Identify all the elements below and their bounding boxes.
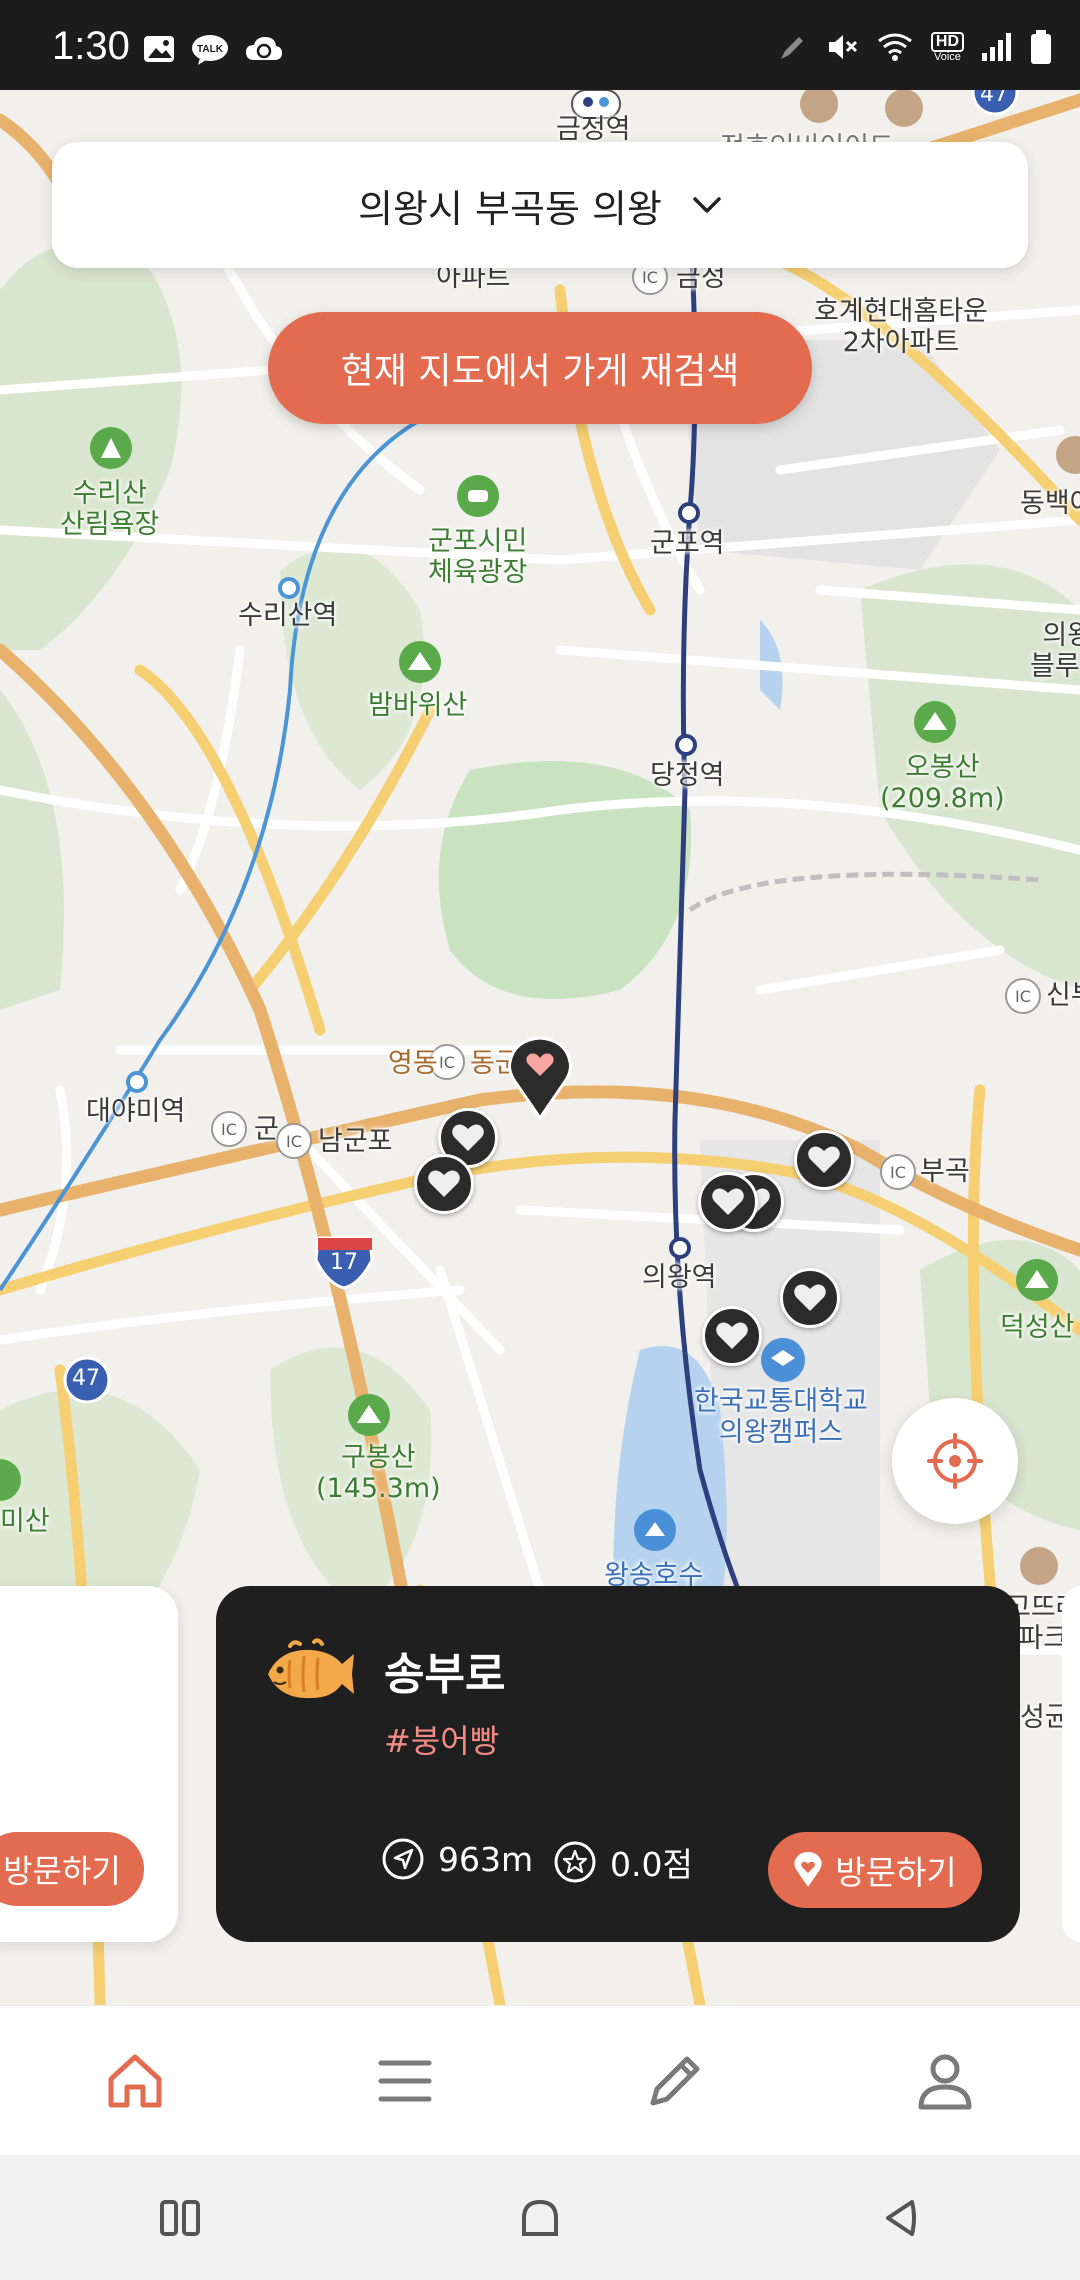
store-marker[interactable]: [702, 1306, 762, 1366]
store-marker[interactable]: [794, 1130, 854, 1190]
heart-icon: [428, 1170, 460, 1197]
gallery-icon: [144, 36, 174, 62]
system-home-button[interactable]: [360, 2155, 720, 2280]
back-button[interactable]: [720, 2155, 1080, 2280]
star-icon: [554, 1841, 596, 1883]
selected-store-marker[interactable]: [508, 1036, 572, 1121]
store-name: 송부로: [384, 1649, 506, 1700]
map-label-hogye-apt: 호계현대홈타운 2차아파트: [814, 296, 988, 359]
map-label-uiwang-station: 의왕역: [642, 1262, 717, 1293]
svg-text:IC: IC: [642, 268, 658, 287]
battery-icon: [1031, 30, 1051, 64]
bottom-navigation: [0, 2005, 1080, 2155]
rating-stat: 0.0점: [554, 1838, 693, 1886]
map-label-geumjeong-station: 금정역: [556, 114, 631, 145]
map-label-yeongdong: 영동: [388, 1048, 438, 1079]
store-marker[interactable]: [780, 1268, 840, 1328]
location-pin-icon: [794, 1852, 822, 1887]
pencil-icon: [650, 2056, 700, 2105]
fish-bread-icon: [268, 1638, 354, 1699]
map-label-daeyami-station: 대야미역: [86, 1096, 186, 1127]
recents-icon: [160, 2199, 200, 2236]
system-navigation: [0, 2155, 1080, 2280]
previous-visit-button[interactable]: 방문하기: [0, 1832, 144, 1906]
location-label: 의왕시 부곡동 의왕: [358, 186, 662, 231]
hd-voice-icon: HD Voice: [930, 31, 964, 63]
app-screen: 1:30 TALK HD Voice IC IC IC IC IC IC 금정역…: [0, 0, 1080, 2280]
research-map-button[interactable]: 현재 지도에서 가게 재검색: [268, 312, 812, 424]
next-store-card[interactable]: [1062, 1586, 1080, 1942]
nav-profile[interactable]: [810, 2006, 1080, 2155]
crosshair-icon: [927, 1433, 983, 1489]
distance-value: 963m: [438, 1839, 534, 1879]
map-label-gunpo-square: 군포시민 체육광장: [428, 526, 528, 589]
store-card[interactable]: 송부로 #붕어빵 963m 0.0점 방문하기: [216, 1586, 1020, 1942]
rating-value: 0.0점: [610, 1845, 693, 1884]
nav-list[interactable]: [270, 2006, 540, 2155]
map-label-bambawisan: 밤바위산: [368, 690, 468, 721]
navigation-icon: [382, 1838, 424, 1880]
distance-stat: 963m: [382, 1838, 533, 1880]
map-label-namgunpo: 남군포: [318, 1126, 393, 1157]
store-tag: #붕어빵: [384, 1722, 500, 1760]
map-label-gubongsan: 구봉산 (145.3m): [316, 1442, 441, 1505]
status-bar: 1:30 TALK HD Voice: [0, 0, 1080, 90]
status-time: 1:30: [52, 24, 130, 68]
svg-text:IC: IC: [439, 1053, 455, 1072]
system-home-icon: [522, 2199, 558, 2236]
store-marker[interactable]: [414, 1154, 474, 1214]
map-label-gun: 군: [254, 1114, 279, 1145]
map-label-surisan-station: 수리산역: [238, 600, 338, 631]
profile-icon: [918, 2054, 972, 2109]
voice-label: Voice: [933, 50, 961, 63]
heart-icon: [452, 1124, 484, 1151]
list-icon: [378, 2060, 432, 2101]
nav-home[interactable]: [0, 2006, 270, 2155]
wifi-icon: [877, 33, 912, 61]
back-icon: [886, 2199, 916, 2236]
map-label-dongbaek: 동백아: [1020, 488, 1080, 519]
svg-text:IC: IC: [890, 1163, 906, 1182]
recents-button[interactable]: [0, 2155, 360, 2280]
map-label-route-47-left: 47: [72, 1366, 100, 1391]
map-label-university: 한국교통대학교 의왕캠퍼스: [694, 1386, 868, 1449]
my-location-button[interactable]: [892, 1398, 1018, 1524]
map-label-route-47-top: 47: [980, 90, 1008, 107]
map-label-surisan-forest: 수리산 산림욕장: [60, 478, 160, 541]
signal-icon: [982, 33, 1011, 61]
home-icon: [108, 2054, 162, 2107]
visit-label: 방문하기: [835, 1853, 957, 1892]
map-label-misan: 미산: [0, 1506, 50, 1537]
map-label-uiwang-blue: 의왕 블루스: [1030, 620, 1080, 683]
map-label-route-17: 17: [330, 1250, 358, 1275]
status-right-icons: HD Voice: [777, 30, 1052, 64]
svg-text:IC: IC: [1015, 987, 1031, 1006]
map-label-dangjeong-station: 당정역: [650, 760, 725, 791]
map-label-gunpo-station: 군포역: [650, 528, 725, 559]
status-left-icons: TALK: [142, 34, 284, 66]
map-label-deokseongsan: 덕성산: [1000, 1312, 1075, 1343]
talk-icon: TALK: [192, 35, 228, 65]
map-label-obongsan: 오봉산 (209.8m): [880, 752, 1005, 815]
svg-text:IC: IC: [221, 1120, 237, 1139]
heart-icon: [716, 1322, 748, 1349]
nav-write[interactable]: [540, 2006, 810, 2155]
heart-icon: [808, 1146, 840, 1173]
heart-icon: [712, 1188, 744, 1215]
store-marker[interactable]: [698, 1172, 758, 1232]
pen-icon: [780, 37, 803, 59]
visit-button[interactable]: 방문하기: [768, 1832, 982, 1908]
map-label-ic-sinbu: 신부: [1046, 980, 1080, 1011]
svg-text:TALK: TALK: [197, 44, 224, 55]
chevron-down-icon: [693, 197, 721, 213]
mute-icon: [828, 35, 857, 59]
hd-label: HD: [930, 31, 964, 52]
map-label-bugok: 부곡: [920, 1156, 970, 1187]
location-selector[interactable]: 의왕시 부곡동 의왕: [52, 142, 1028, 268]
heart-icon: [794, 1284, 826, 1311]
cloud-sync-icon: [246, 37, 282, 60]
svg-text:IC: IC: [286, 1132, 302, 1151]
